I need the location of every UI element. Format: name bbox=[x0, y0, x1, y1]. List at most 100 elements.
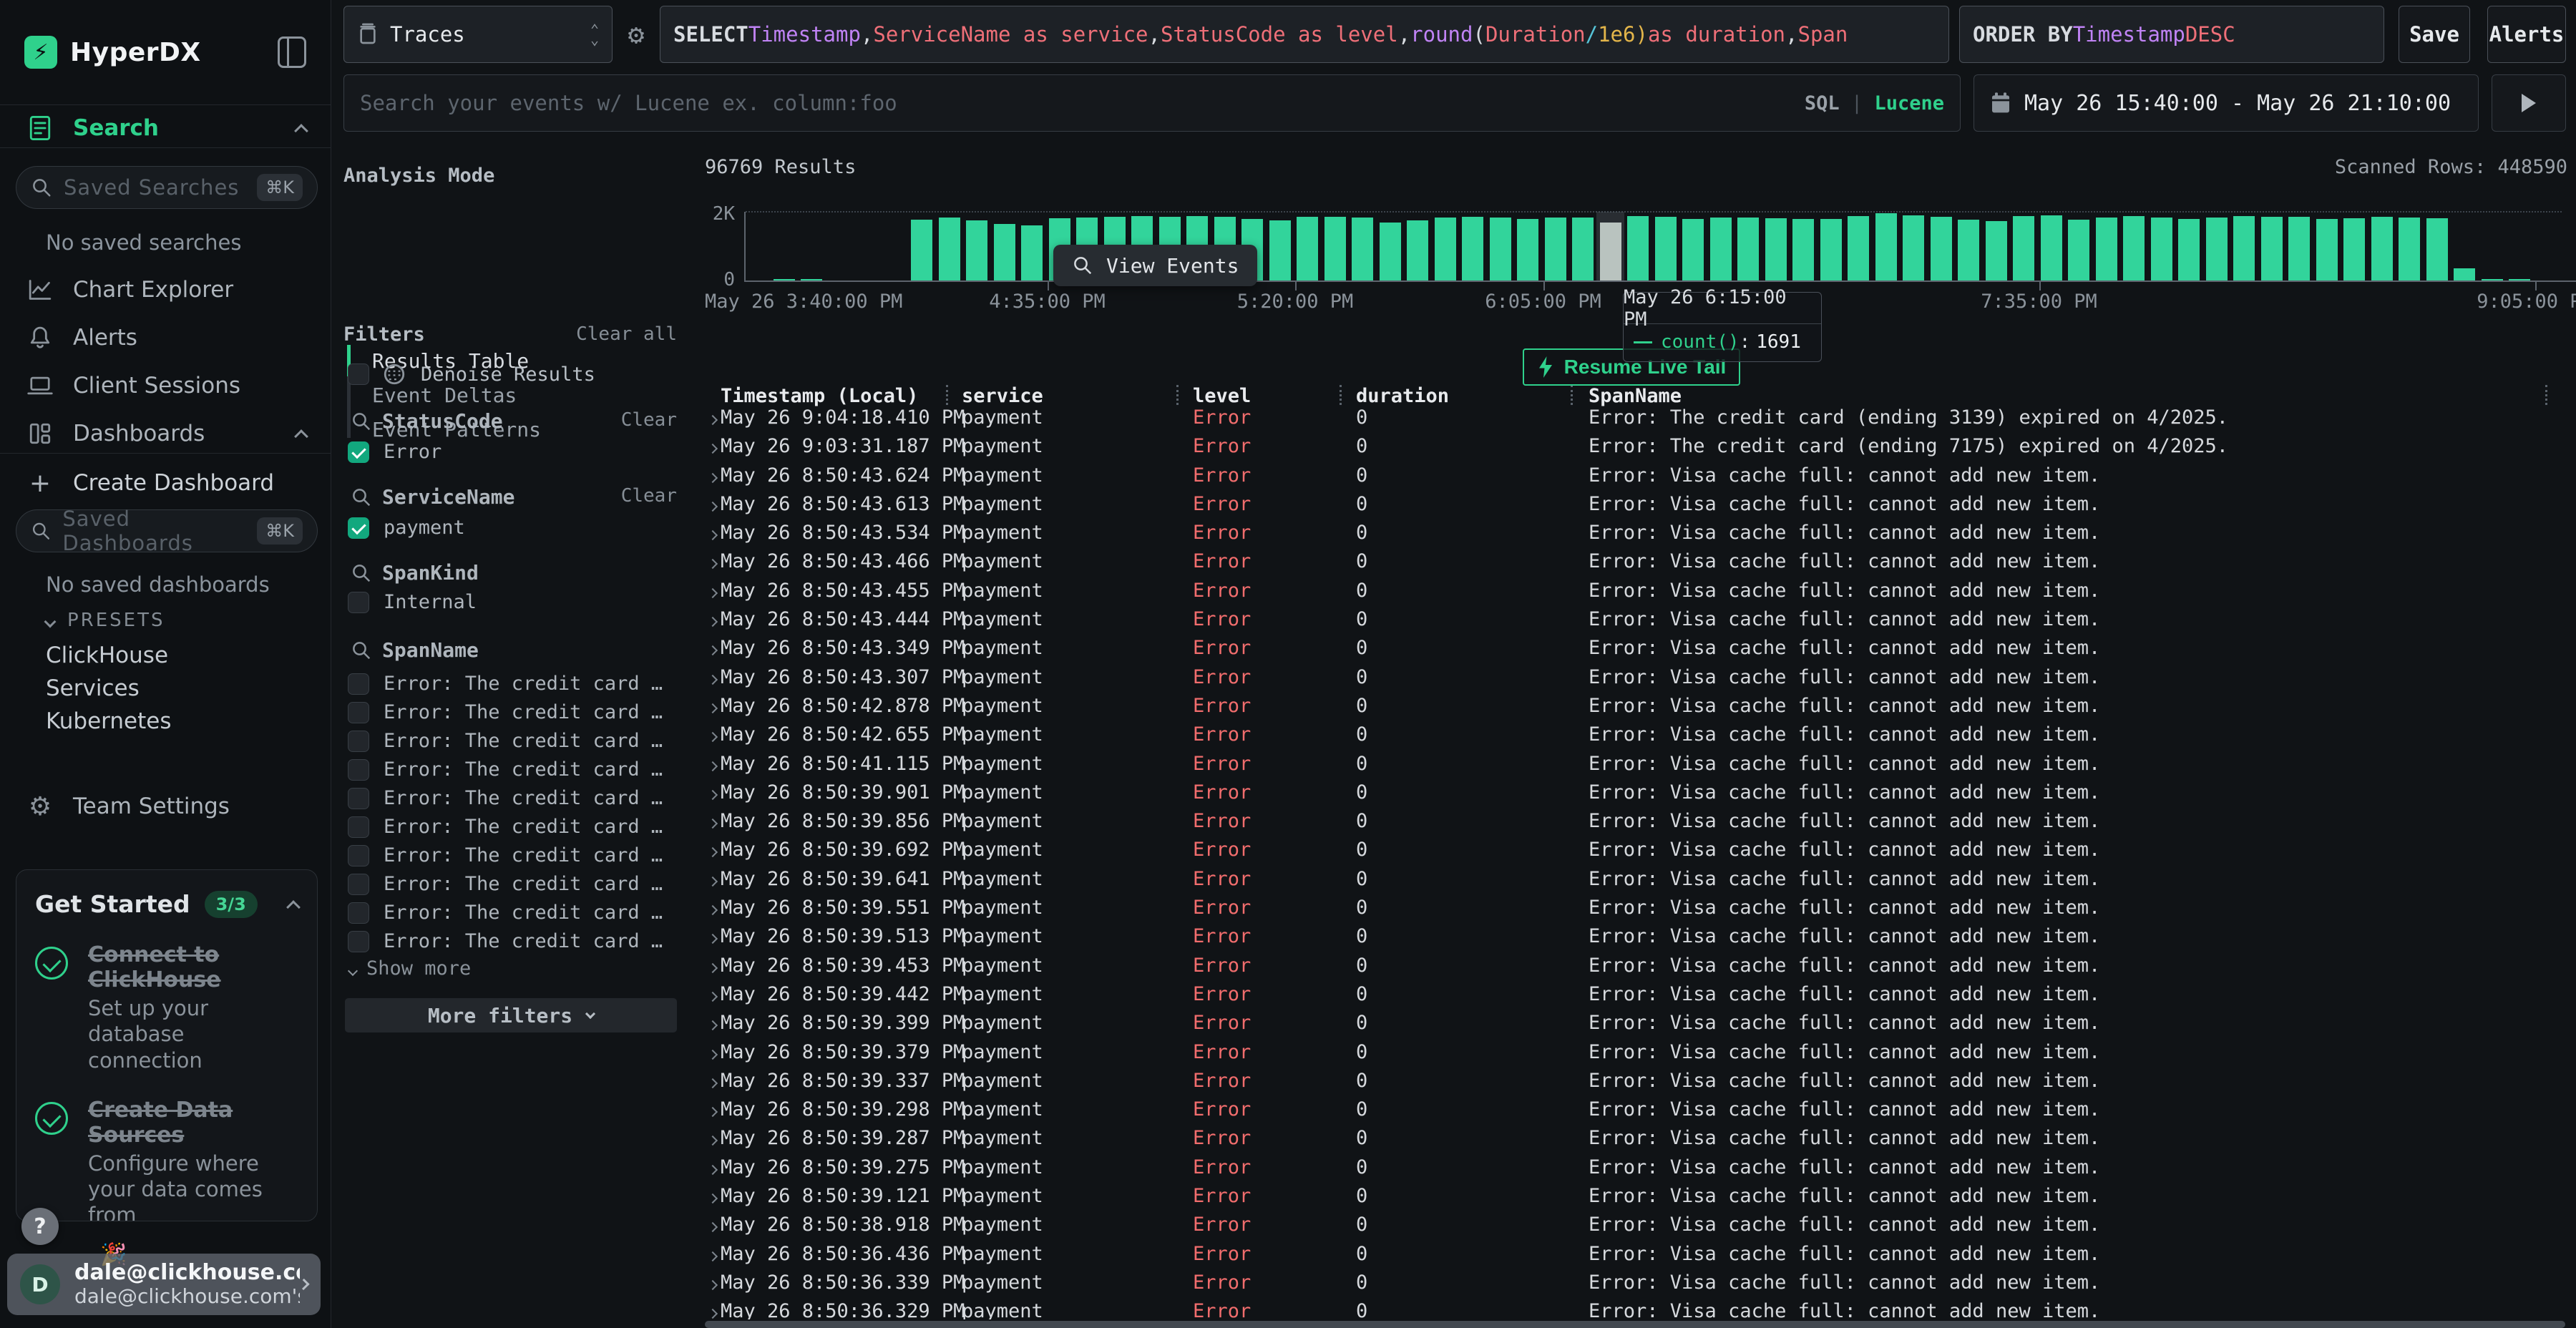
row-expand-chevron-icon[interactable] bbox=[708, 1193, 718, 1204]
row-expand-chevron-icon[interactable] bbox=[708, 502, 718, 512]
histogram-bar[interactable] bbox=[2343, 218, 2365, 280]
row-expand-chevron-icon[interactable] bbox=[708, 877, 718, 887]
table-row[interactable]: May 26 8:50:41.115 PM payment Error 0 Er… bbox=[705, 753, 2576, 781]
checkbox[interactable] bbox=[348, 673, 369, 695]
table-row[interactable]: May 26 8:50:43.455 PM payment Error 0 Er… bbox=[705, 580, 2576, 608]
histogram-bar[interactable] bbox=[2096, 218, 2117, 280]
histogram-bar[interactable] bbox=[1324, 217, 1346, 280]
table-row[interactable]: May 26 8:50:43.624 PM payment Error 0 Er… bbox=[705, 464, 2576, 493]
row-expand-chevron-icon[interactable] bbox=[708, 1222, 718, 1232]
save-button[interactable]: Save bbox=[2399, 6, 2470, 63]
sidebar-item-alerts[interactable]: Alerts bbox=[0, 318, 331, 357]
checkbox[interactable] bbox=[348, 931, 369, 952]
clear-statuscode-button[interactable]: Clear bbox=[621, 409, 677, 431]
chevron-up-icon[interactable] bbox=[294, 429, 308, 444]
histogram-bar[interactable] bbox=[2399, 218, 2420, 280]
saved-searches-input[interactable]: Saved Searches ⌘K bbox=[16, 166, 318, 209]
preset-dashboard-link[interactable]: Services bbox=[46, 675, 140, 701]
row-expand-chevron-icon[interactable] bbox=[708, 1078, 718, 1088]
histogram-bar[interactable] bbox=[1517, 219, 1538, 280]
checkbox[interactable] bbox=[348, 788, 369, 809]
histogram-bar[interactable] bbox=[2288, 217, 2310, 280]
histogram-bar[interactable] bbox=[994, 224, 1015, 280]
checkbox[interactable] bbox=[348, 759, 369, 781]
checkbox-payment[interactable] bbox=[348, 517, 369, 539]
table-row[interactable]: May 26 8:50:39.453 PM payment Error 0 Er… bbox=[705, 954, 2576, 983]
filter-option[interactable]: payment bbox=[348, 517, 677, 539]
histogram-bar[interactable] bbox=[2509, 279, 2530, 280]
search-icon[interactable] bbox=[351, 411, 372, 432]
col-spanname[interactable]: SpanName bbox=[1589, 385, 1682, 407]
hyperdx-logo-icon[interactable]: ⚡ bbox=[24, 36, 57, 69]
histogram-bar[interactable] bbox=[1462, 217, 1483, 280]
col-duration[interactable]: duration bbox=[1356, 385, 1449, 407]
histogram-bar[interactable] bbox=[939, 218, 960, 280]
denoise-checkbox[interactable] bbox=[348, 363, 369, 385]
sidebar-collapse-icon[interactable] bbox=[278, 36, 306, 68]
show-more-toggle[interactable]: Show more bbox=[349, 957, 471, 980]
checkbox[interactable] bbox=[348, 845, 369, 866]
get-started-step[interactable]: Connect to ClickHouse Set up your databa… bbox=[35, 942, 298, 1073]
run-query-button[interactable] bbox=[2492, 74, 2566, 132]
checkbox-error[interactable] bbox=[348, 441, 369, 463]
row-expand-chevron-icon[interactable] bbox=[708, 847, 718, 857]
histogram-bar[interactable] bbox=[1737, 218, 1759, 280]
table-row[interactable]: May 26 8:50:43.349 PM payment Error 0 Er… bbox=[705, 637, 2576, 665]
row-expand-chevron-icon[interactable] bbox=[708, 1251, 718, 1261]
row-expand-chevron-icon[interactable] bbox=[708, 934, 718, 944]
row-expand-chevron-icon[interactable] bbox=[708, 415, 718, 425]
histogram-bar[interactable] bbox=[1682, 219, 1704, 280]
user-profile-chip[interactable]: D dale@clickhouse.com dale@clickhouse.co… bbox=[7, 1254, 321, 1315]
row-expand-chevron-icon[interactable] bbox=[708, 675, 718, 685]
create-dashboard-button[interactable]: + Create Dashboard bbox=[0, 464, 331, 502]
row-expand-chevron-icon[interactable] bbox=[708, 473, 718, 483]
spanname-filter-option[interactable]: Error: The credit card … bbox=[348, 930, 677, 952]
histogram-bar[interactable] bbox=[1958, 220, 1979, 280]
histogram-bar[interactable] bbox=[1710, 218, 1732, 280]
denoise-filter[interactable]: Denoise Results bbox=[348, 362, 677, 386]
table-row[interactable]: May 26 8:50:39.551 PM payment Error 0 Er… bbox=[705, 897, 2576, 925]
histogram-bar[interactable] bbox=[1269, 220, 1291, 280]
sidebar-item-search[interactable]: Search bbox=[0, 109, 331, 147]
checkbox[interactable] bbox=[348, 874, 369, 895]
spanname-filter-option[interactable]: Error: The credit card … bbox=[348, 844, 677, 866]
histogram-bar[interactable] bbox=[2041, 215, 2062, 280]
table-row[interactable]: May 26 8:50:36.436 PM payment Error 0 Er… bbox=[705, 1243, 2576, 1271]
table-row[interactable]: May 26 9:03:31.187 PM payment Error 0 Er… bbox=[705, 435, 2576, 464]
table-row[interactable]: May 26 8:50:39.287 PM payment Error 0 Er… bbox=[705, 1127, 2576, 1156]
row-expand-chevron-icon[interactable] bbox=[708, 645, 718, 655]
table-row[interactable]: May 26 8:50:39.442 PM payment Error 0 Er… bbox=[705, 983, 2576, 1012]
row-expand-chevron-icon[interactable] bbox=[708, 1280, 718, 1290]
row-expand-chevron-icon[interactable] bbox=[708, 790, 718, 800]
spanname-filter-option[interactable]: Error: The credit card … bbox=[348, 673, 677, 695]
help-button[interactable]: ? bbox=[21, 1208, 59, 1245]
table-row[interactable]: May 26 8:50:39.856 PM payment Error 0 Er… bbox=[705, 810, 2576, 839]
table-row[interactable]: May 26 8:50:42.878 PM payment Error 0 Er… bbox=[705, 695, 2576, 723]
presets-toggle[interactable]: PRESETS bbox=[46, 610, 165, 631]
row-expand-chevron-icon[interactable] bbox=[708, 444, 718, 454]
row-expand-chevron-icon[interactable] bbox=[708, 530, 718, 540]
histogram-bar[interactable] bbox=[1986, 221, 2007, 280]
histogram-bar[interactable] bbox=[1903, 215, 1924, 280]
table-row[interactable]: May 26 8:50:39.513 PM payment Error 0 Er… bbox=[705, 925, 2576, 954]
preset-dashboard-link[interactable]: Kubernetes bbox=[46, 708, 171, 734]
table-row[interactable]: May 26 8:50:39.692 PM payment Error 0 Er… bbox=[705, 839, 2576, 867]
row-expand-chevron-icon[interactable] bbox=[708, 819, 718, 829]
filter-option[interactable]: Internal bbox=[348, 591, 677, 613]
table-row[interactable]: May 26 8:50:39.901 PM payment Error 0 Er… bbox=[705, 781, 2576, 810]
spanname-filter-option[interactable]: Error: The credit card … bbox=[348, 816, 677, 838]
histogram-bar[interactable] bbox=[1655, 217, 1677, 280]
histogram-bar[interactable] bbox=[1407, 220, 1428, 280]
row-expand-chevron-icon[interactable] bbox=[708, 559, 718, 569]
column-resize-handle[interactable] bbox=[1340, 385, 1342, 405]
histogram-bar[interactable] bbox=[1545, 218, 1566, 280]
row-expand-chevron-icon[interactable] bbox=[708, 703, 718, 713]
histogram-bar[interactable] bbox=[2013, 216, 2034, 280]
more-filters-button[interactable]: More filters bbox=[345, 998, 677, 1032]
sidebar-item-chart-explorer[interactable]: Chart Explorer bbox=[0, 270, 331, 309]
table-row[interactable]: May 26 8:50:42.655 PM payment Error 0 Er… bbox=[705, 723, 2576, 752]
chevron-up-icon[interactable] bbox=[294, 124, 308, 138]
mode-lucene[interactable]: Lucene bbox=[1874, 92, 1944, 114]
histogram-bar[interactable] bbox=[2316, 219, 2338, 280]
histogram-bar[interactable] bbox=[1021, 225, 1043, 280]
